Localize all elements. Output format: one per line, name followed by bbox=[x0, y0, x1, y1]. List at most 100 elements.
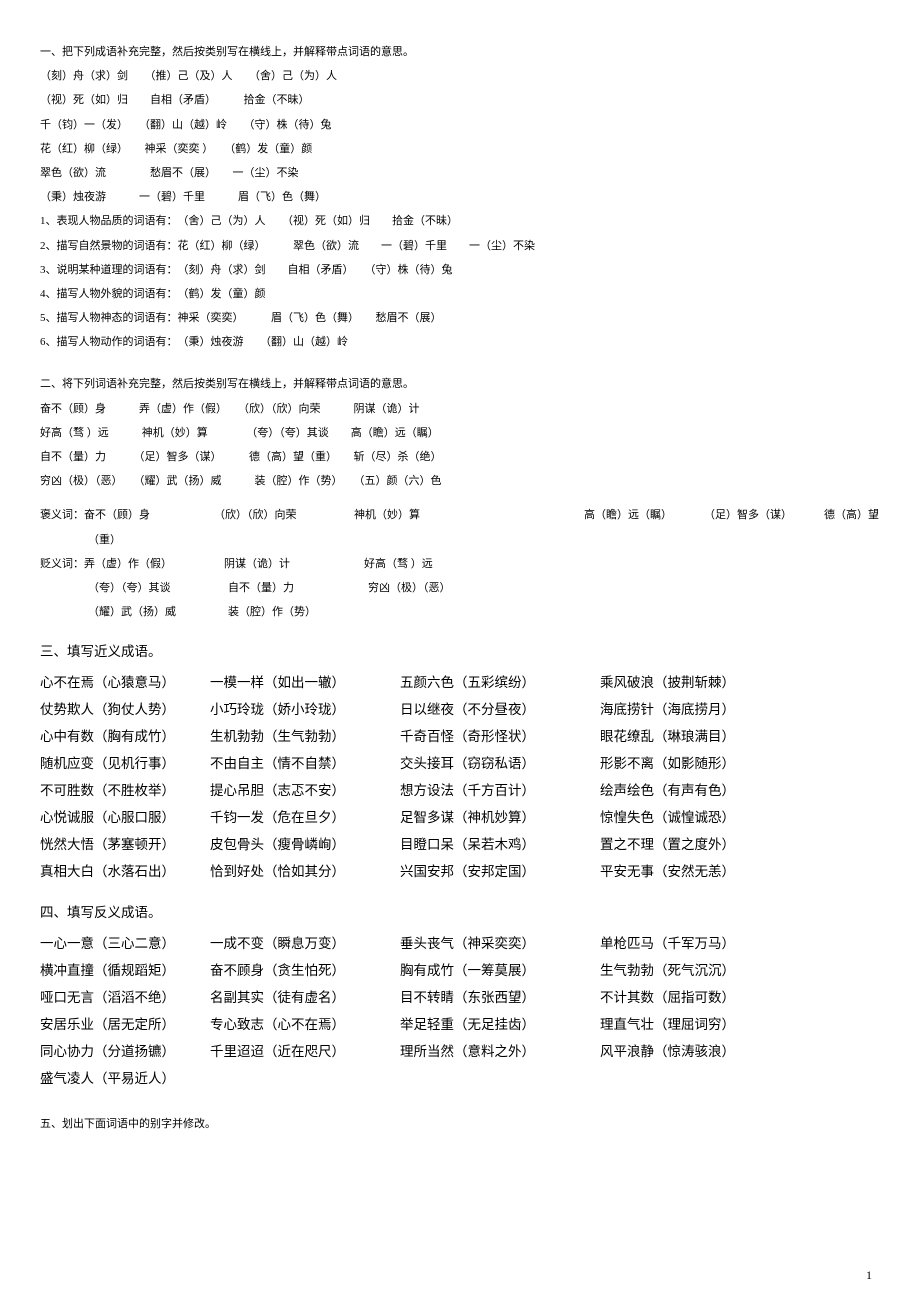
category-line: 6、描写人物动作的词语有： （秉）烛夜游 （翻）山（越）岭 bbox=[40, 330, 880, 354]
idiom-cell: 理所当然（意料之外） bbox=[400, 1038, 600, 1065]
idiom-cell: 一成不变（瞬息万变） bbox=[210, 930, 400, 957]
idiom-cell: 千里迢迢（近在咫尺） bbox=[210, 1038, 400, 1065]
idiom-cell: 心悦诚服（心服口服） bbox=[40, 804, 210, 831]
idiom-line: （视）死（如）归 自相（矛盾） 拾金（不昧） bbox=[40, 88, 880, 112]
negative-item: 弄（虚）作（假） bbox=[84, 552, 224, 576]
idiom-cell: 生气勃勃（死气沉沉） bbox=[600, 957, 800, 984]
idiom-cell: 一心一意（三心二意） bbox=[40, 930, 210, 957]
idiom-cell: 不由自主（情不自禁） bbox=[210, 750, 400, 777]
idiom-cell: 平安无事（安然无恙） bbox=[600, 858, 800, 885]
idiom-cell: 一模一样（如出一辙） bbox=[210, 669, 400, 696]
idiom-cell: 提心吊胆（志忑不安） bbox=[210, 777, 400, 804]
idiom-cell: 不可胜数（不胜枚举） bbox=[40, 777, 210, 804]
idiom-line: 穷凶（极）（恶） （耀）武（扬）威 装（腔）作（势） （五）颜（六）色 bbox=[40, 469, 880, 493]
idiom-cell: 皮包骨头（瘦骨嶙峋） bbox=[210, 831, 400, 858]
idiom-cell: 仗势欺人（狗仗人势） bbox=[40, 696, 210, 723]
negative-item: 阴谋（诡）计 bbox=[224, 552, 364, 576]
negative-item: 自不（量）力 bbox=[228, 576, 368, 600]
section-2-title: 二、将下列词语补充完整，然后按类别写在横线上，并解释带点词语的意思。 bbox=[40, 372, 880, 396]
idiom-row: 哑口无言（滔滔不绝）名副其实（徒有虚名）目不转睛（东张西望）不计其数（屈指可数） bbox=[40, 984, 880, 1011]
idiom-row: 横冲直撞（循规蹈矩）奋不顾身（贪生怕死）胸有成竹（一筹莫展）生气勃勃（死气沉沉） bbox=[40, 957, 880, 984]
idiom-cell: 专心致志（心不在焉） bbox=[210, 1011, 400, 1038]
idiom-cell: 千钧一发（危在旦夕） bbox=[210, 804, 400, 831]
idiom-line: （刻）舟（求）剑 （推）己（及）人 （舍）己（为）人 bbox=[40, 64, 880, 88]
category-line: 3、说明某种道理的词语有： （刻）舟（求）剑 自相（矛盾） （守）株（待）兔 bbox=[40, 258, 880, 282]
idiom-cell: 绘声绘色（有声有色） bbox=[600, 777, 800, 804]
idiom-cell: 恍然大悟（茅塞顿开） bbox=[40, 831, 210, 858]
idiom-cell: 安居乐业（居无定所） bbox=[40, 1011, 210, 1038]
idiom-cell: 日以继夜（不分昼夜） bbox=[400, 696, 600, 723]
category-line: 1、表现人物品质的词语有： （舍）己（为）人 （视）死（如）归 拾金（不昧） bbox=[40, 209, 880, 233]
category-line: 4、描写人物外貌的词语有： （鹤）发（童）颜 bbox=[40, 282, 880, 306]
idiom-cell: 胸有成竹（一筹莫展） bbox=[400, 957, 600, 984]
positive-row: 褒义词：奋不（顾）身（欣）（欣）向荣神机（妙）算高（瞻）远（瞩）（足）智多（谋）… bbox=[40, 503, 880, 527]
idiom-cell: 五颜六色（五彩缤纷） bbox=[400, 669, 600, 696]
idiom-cell: 想方设法（千方百计） bbox=[400, 777, 600, 804]
idiom-cell: 乘风破浪（披荆斩棘） bbox=[600, 669, 800, 696]
idiom-line: 翠色（欲）流 愁眉不（展） 一（尘）不染 bbox=[40, 161, 880, 185]
idiom-row: 仗势欺人（狗仗人势）小巧玲珑（娇小玲珑）日以继夜（不分昼夜）海底捞针（海底捞月） bbox=[40, 696, 880, 723]
idiom-cell: 横冲直撞（循规蹈矩） bbox=[40, 957, 210, 984]
idiom-cell: 心中有数（胸有成竹） bbox=[40, 723, 210, 750]
idiom-row: 真相大白（水落石出）恰到好处（恰如其分）兴国安邦（安邦定国）平安无事（安然无恙） bbox=[40, 858, 880, 885]
section-3-title: 三、填写近义成语。 bbox=[40, 638, 880, 665]
idiom-cell: 足智多谋（神机妙算） bbox=[400, 804, 600, 831]
idiom-cell: 千奇百怪（奇形怪状） bbox=[400, 723, 600, 750]
idiom-row: 一心一意（三心二意）一成不变（瞬息万变）垂头丧气（神采奕奕）单枪匹马（千军万马） bbox=[40, 930, 880, 957]
positive-item: （欣）（欣）向荣 bbox=[214, 503, 354, 527]
idiom-cell: 交头接耳（窃窃私语） bbox=[400, 750, 600, 777]
section-4-body: 一心一意（三心二意）一成不变（瞬息万变）垂头丧气（神采奕奕）单枪匹马（千军万马）… bbox=[40, 930, 880, 1092]
idiom-cell: 同心协力（分道扬镳） bbox=[40, 1038, 210, 1065]
idiom-cell: 目不转睛（东张西望） bbox=[400, 984, 600, 1011]
negative-item: 好高（骛 ）远 bbox=[364, 558, 433, 570]
idiom-cell: 置之不理（置之度外） bbox=[600, 831, 800, 858]
idiom-cell: 不计其数（屈指可数） bbox=[600, 984, 800, 1011]
section-4-title: 四、填写反义成语。 bbox=[40, 899, 880, 926]
positive-item: 德（高）望 bbox=[824, 509, 879, 521]
idiom-cell: 奋不顾身（贪生怕死） bbox=[210, 957, 400, 984]
negative-row-2: （夸）（夸）其谈自不（量）力穷凶（极）（恶） bbox=[40, 576, 880, 600]
idiom-cell: 哑口无言（滔滔不绝） bbox=[40, 984, 210, 1011]
positive-item: 高（瞻）远（瞩） bbox=[584, 503, 704, 527]
idiom-line: 花（红）柳（绿） 神采（奕奕 ） （鹤）发（童）颜 bbox=[40, 137, 880, 161]
positive-item: 奋不（顾）身 bbox=[84, 503, 214, 527]
idiom-cell: 形影不离（如影随形） bbox=[600, 750, 800, 777]
category-line: 5、描写人物神态的词语有：神采（奕奕） 眉（飞）色（舞） 愁眉不（展） bbox=[40, 306, 880, 330]
negative-item: （夸）（夸）其谈 bbox=[88, 576, 228, 600]
idiom-cell: 恰到好处（恰如其分） bbox=[210, 858, 400, 885]
idiom-cell: 随机应变（见机行事） bbox=[40, 750, 210, 777]
section-1: 一、把下列成语补充完整，然后按类别写在横线上，并解释带点词语的意思。 （刻）舟（… bbox=[40, 40, 880, 354]
idiom-cell: 小巧玲珑（娇小玲珑） bbox=[210, 696, 400, 723]
idiom-row: 心悦诚服（心服口服）千钧一发（危在旦夕）足智多谋（神机妙算）惊惶失色（诚惶诚恐） bbox=[40, 804, 880, 831]
idiom-cell: 理直气壮（理屈词穷） bbox=[600, 1011, 800, 1038]
idiom-cell: 心不在焉（心猿意马） bbox=[40, 669, 210, 696]
idiom-cell: 垂头丧气（神采奕奕） bbox=[400, 930, 600, 957]
positive-cont: （重） bbox=[40, 528, 880, 552]
idiom-row: 随机应变（见机行事）不由自主（情不自禁）交头接耳（窃窃私语）形影不离（如影随形） bbox=[40, 750, 880, 777]
idiom-line: 千（钧）一（发） （翻）山（越）岭 （守）株（待）兔 bbox=[40, 113, 880, 137]
negative-item: （耀）武（扬）威 bbox=[88, 600, 228, 624]
page-number: 1 bbox=[866, 1268, 872, 1283]
category-line: 2、描写自然景物的词语有：花（红）柳（绿） 翠色（欲）流 一（碧）千里 一（尘）… bbox=[40, 234, 880, 258]
negative-row-3: （耀）武（扬）威装（腔）作（势） bbox=[40, 600, 880, 624]
idiom-cell: 眼花缭乱（琳琅满目） bbox=[600, 723, 800, 750]
idiom-line: 自不（量）力 （足）智多（谋） 德（高）望（重） 斩（尽）杀（绝） bbox=[40, 445, 880, 469]
idiom-cell: 兴国安邦（安邦定国） bbox=[400, 858, 600, 885]
section-1-title: 一、把下列成语补充完整，然后按类别写在横线上，并解释带点词语的意思。 bbox=[40, 40, 880, 64]
idiom-row: 心中有数（胸有成竹）生机勃勃（生气勃勃）千奇百怪（奇形怪状）眼花缭乱（琳琅满目） bbox=[40, 723, 880, 750]
idiom-row: 盛气凌人（平易近人） bbox=[40, 1065, 880, 1092]
section-2: 二、将下列词语补充完整，然后按类别写在横线上，并解释带点词语的意思。 奋不（顾）… bbox=[40, 372, 880, 624]
idiom-cell: 盛气凌人（平易近人） bbox=[40, 1065, 210, 1092]
idiom-cell: 名副其实（徒有虚名） bbox=[210, 984, 400, 1011]
idiom-line: 好高（骛 ）远 神机（妙）算 （夸）（夸）其谈 高（瞻）远（瞩） bbox=[40, 421, 880, 445]
negative-item: 穷凶（极）（恶） bbox=[368, 582, 451, 594]
idiom-cell: 单枪匹马（千军万马） bbox=[600, 930, 800, 957]
idiom-line: （秉）烛夜游 一（碧）千里 眉（飞）色（舞） bbox=[40, 185, 880, 209]
idiom-cell: 海底捞针（海底捞月） bbox=[600, 696, 800, 723]
idiom-cell: 举足轻重（无足挂齿） bbox=[400, 1011, 600, 1038]
idiom-row: 不可胜数（不胜枚举）提心吊胆（志忑不安）想方设法（千方百计）绘声绘色（有声有色） bbox=[40, 777, 880, 804]
idiom-line: 奋不（顾）身 弄（虚）作（假） （欣）（欣）向荣 阴谋（诡）计 bbox=[40, 397, 880, 421]
positive-item: （足）智多（谋） bbox=[704, 503, 824, 527]
idiom-row: 安居乐业（居无定所）专心致志（心不在焉）举足轻重（无足挂齿）理直气壮（理屈词穷） bbox=[40, 1011, 880, 1038]
idiom-cell: 生机勃勃（生气勃勃） bbox=[210, 723, 400, 750]
